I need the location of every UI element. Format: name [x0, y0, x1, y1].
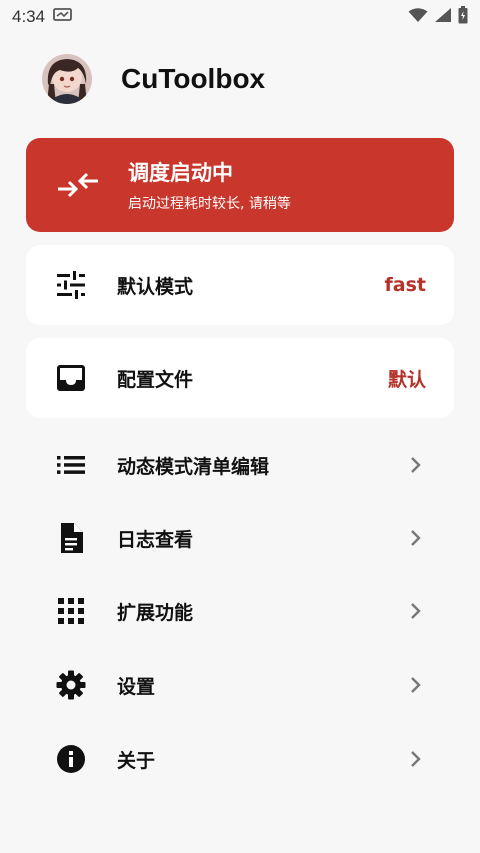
menu-label: 日志查看 — [117, 528, 194, 551]
info-icon — [56, 744, 86, 774]
status-icons — [408, 5, 468, 29]
inbox-icon — [56, 363, 86, 393]
default-mode-card[interactable]: 默认模式 fast — [26, 245, 454, 325]
chevron-right-icon — [408, 528, 424, 548]
menu-label: 关于 — [117, 749, 156, 772]
menu-label: 动态模式清单编辑 — [117, 455, 270, 478]
status-title: 调度启动中 — [128, 161, 233, 185]
status-subtitle: 启动过程耗时较长, 请稍等 — [128, 196, 291, 212]
tune-icon — [56, 270, 86, 300]
document-icon — [56, 523, 86, 553]
chevron-right-icon — [408, 749, 424, 769]
battery-icon — [458, 5, 468, 29]
app-header: CuToolbox — [42, 54, 265, 104]
compress-arrows-icon — [54, 161, 102, 209]
chevron-right-icon — [408, 455, 424, 475]
cast-icon — [53, 7, 73, 28]
status-bar: 4:34 — [0, 0, 480, 34]
chevron-right-icon — [408, 601, 424, 621]
status-time: 4:34 — [12, 7, 46, 26]
default-mode-label: 默认模式 — [117, 275, 194, 298]
menu-item-settings[interactable]: 设置 — [26, 655, 454, 715]
default-mode-value: fast — [384, 274, 426, 296]
menu-label: 设置 — [117, 675, 156, 698]
apps-grid-icon — [56, 596, 86, 626]
menu-label: 扩展功能 — [117, 601, 194, 624]
menu-item-dynamic-mode-list[interactable]: 动态模式清单编辑 — [26, 435, 454, 495]
gear-icon — [56, 670, 86, 700]
scheduler-status-card[interactable]: 调度启动中 启动过程耗时较长, 请稍等 — [26, 138, 454, 232]
config-file-label: 配置文件 — [117, 368, 194, 391]
config-file-value: 默认 — [387, 368, 426, 391]
menu-item-log-view[interactable]: 日志查看 — [26, 508, 454, 568]
menu-item-about[interactable]: 关于 — [26, 729, 454, 789]
chevron-right-icon — [408, 675, 424, 695]
menu-item-extensions[interactable]: 扩展功能 — [26, 581, 454, 641]
config-file-card[interactable]: 配置文件 默认 — [26, 338, 454, 418]
app-title: CuToolbox — [121, 63, 266, 94]
wifi-icon — [408, 7, 428, 28]
list-icon — [56, 450, 86, 480]
signal-icon — [434, 7, 452, 28]
avatar[interactable] — [42, 54, 92, 104]
